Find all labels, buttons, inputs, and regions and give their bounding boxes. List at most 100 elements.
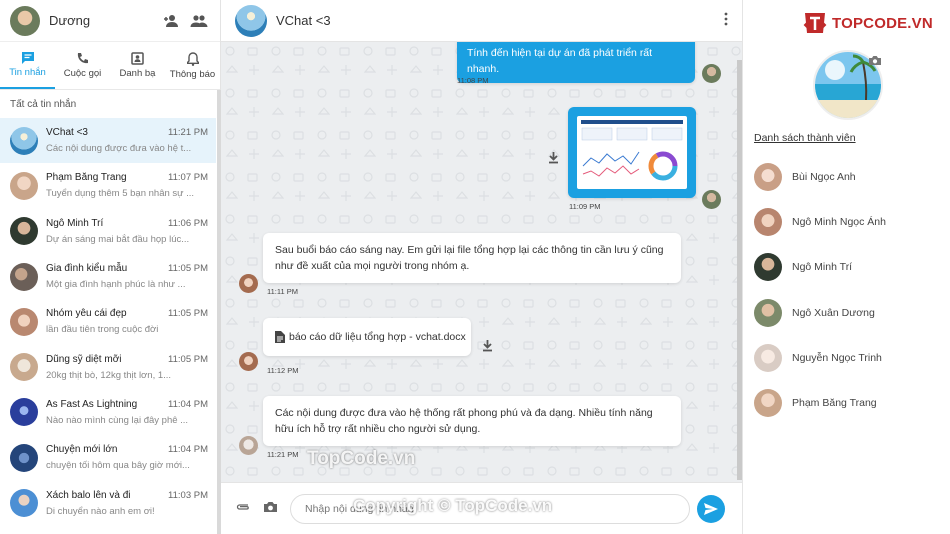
camera-icon[interactable] <box>263 501 278 516</box>
conversation-preview: Nào nào mình cùng lại đây phê ... <box>46 414 189 426</box>
tab-messages[interactable]: Tin nhắn <box>0 42 55 89</box>
conversation-item[interactable]: Gia đình kiểu mẫu 11:05 PM Một gia đình hạ… <box>0 254 216 299</box>
sender-avatar <box>702 190 721 209</box>
received-file-message[interactable]: báo cáo dữ liệu tổng hợp - vchat.docx <box>263 318 471 356</box>
conversation-time: 11:04 PM <box>168 444 208 456</box>
member-avatar <box>754 162 782 191</box>
sidebar-tabs: Tin nhắn Cuộc gọi Danh bạ Thông báo <box>0 42 220 90</box>
conversation-avatar <box>10 307 38 336</box>
member-name: Ngô Xuân Dương <box>792 306 875 319</box>
conversation-preview: Các nội dung được đưa vào hệ t... <box>46 143 192 155</box>
add-group-icon[interactable] <box>188 10 210 32</box>
download-icon[interactable] <box>548 152 559 167</box>
add-contact-icon[interactable] <box>160 10 182 32</box>
attach-icon[interactable] <box>235 502 251 515</box>
member-avatar <box>754 389 782 418</box>
received-message[interactable]: Sau buổi báo cáo sáng nay. Em gửi lại fi… <box>263 233 681 283</box>
more-options-icon[interactable] <box>724 12 728 29</box>
conversation-name: Dũng sỹ diệt mỡi <box>46 353 122 365</box>
tab-calls-label: Cuộc gọi <box>63 68 102 79</box>
conversation-avatar <box>10 171 38 200</box>
user-name: Dương <box>49 13 91 28</box>
download-icon[interactable] <box>482 340 493 355</box>
conversation-name: VChat <3 <box>46 127 88 139</box>
conversation-preview: Một gia đình hạnh phúc là như ... <box>46 279 186 291</box>
send-icon <box>704 502 718 515</box>
conversation-avatar <box>10 353 38 382</box>
change-photo-icon[interactable] <box>868 55 882 69</box>
tab-notifications-label: Thông báo <box>169 68 216 80</box>
sender-avatar <box>239 352 258 371</box>
chat-avatar[interactable] <box>235 4 267 37</box>
conversation-name: As Fast As Lightning <box>46 398 138 410</box>
member-name: Ngô Minh Ngọc Ánh <box>792 215 886 228</box>
conversation-item[interactable]: As Fast As Lightning 11:04 PM Nào nào mình… <box>0 390 216 435</box>
conversation-avatar <box>10 489 38 518</box>
conversation-avatar <box>10 398 38 427</box>
chat-panel: VChat <3 Tính đến hiện tại dự án đã phát… <box>221 0 742 534</box>
member-name: Nguyễn Ngọc Trinh <box>792 351 882 364</box>
tab-contacts[interactable]: Danh bạ <box>110 42 165 89</box>
member-item[interactable]: Ngô Minh Trí <box>754 245 950 290</box>
conversation-item[interactable]: Dũng sỹ diệt mỡi 11:05 PM 20kg thịt bò, 12… <box>0 344 216 389</box>
conversation-time: 11:05 PM <box>168 263 208 275</box>
conversation-preview: 20kg thịt bò, 12kg thịt lơn, 1... <box>46 369 172 381</box>
conversation-item[interactable]: Chuyện mới lớn 11:04 PM chuyện tối hôm qua… <box>0 435 216 480</box>
conversation-item[interactable]: Xách balo lên và đi 11:03 PM Di chuyển nào… <box>0 480 216 525</box>
member-name: Ngô Minh Trí <box>792 261 853 274</box>
conversation-item[interactable]: Phạm Băng Trang 11:07 PM Tuyển dụng thêm 5… <box>0 163 216 208</box>
sender-avatar <box>702 64 721 83</box>
chat-header: VChat <3 <box>221 0 742 42</box>
member-name: Bùi Ngọc Anh <box>792 170 856 183</box>
tab-messages-label: Tin nhắn <box>9 67 46 78</box>
member-list: Bùi Ngọc Anh Ngô Minh Ngọc Ánh Ngô Minh … <box>754 154 950 426</box>
logo-text: TOPCODE.VN <box>832 14 933 32</box>
bell-icon <box>186 51 199 66</box>
conversation-item[interactable]: VChat <3 11:21 PM Các nội dung được đưa và… <box>0 118 216 164</box>
conversation-name: Nhóm yêu cái đẹp <box>46 308 127 320</box>
conversation-item[interactable]: Nhóm yêu cái đẹp 11:05 PM lần đầu tiên tro… <box>0 299 216 344</box>
member-item[interactable]: Ngô Xuân Dương <box>754 290 950 335</box>
conversation-preview: chuyện tối hôm qua bây giờ mới... <box>46 460 190 472</box>
send-button[interactable] <box>697 494 725 523</box>
member-item[interactable]: Nguyễn Ngọc Trinh <box>754 335 950 380</box>
member-item[interactable]: Bùi Ngọc Anh <box>754 154 950 199</box>
user-avatar[interactable] <box>10 5 40 36</box>
conversation-time: 11:05 PM <box>168 308 208 320</box>
conversation-time: 11:07 PM <box>168 172 208 184</box>
conversation-time: 11:06 PM <box>168 217 208 229</box>
message-time: 11:21 PM <box>267 450 299 459</box>
message-time: 11:08 PM <box>457 76 489 85</box>
tab-calls[interactable]: Cuộc gọi <box>55 42 110 89</box>
conversation-item[interactable]: Ngô Minh Trí 11:06 PM Dự án sáng mai bắt đ… <box>0 209 216 254</box>
conversation-name: Phạm Băng Trang <box>46 172 127 184</box>
chat-icon <box>21 52 34 64</box>
conversation-name: Gia đình kiểu mẫu <box>46 263 128 275</box>
group-info-panel: TOPCODE.VN Danh sách thành viên Bùi Ngọc… <box>742 0 950 534</box>
member-item[interactable]: Ngô Minh Ngọc Ánh <box>754 199 950 244</box>
member-avatar <box>754 298 782 327</box>
received-message[interactable]: Các nội dung được đưa vào hệ thống rất p… <box>263 396 681 446</box>
message-text: Các nội dung được đưa vào hệ thống rất p… <box>275 407 653 435</box>
sent-image-message[interactable] <box>568 107 696 198</box>
tab-notifications[interactable]: Thông báo <box>165 42 220 89</box>
conversation-avatar <box>10 443 38 472</box>
conversation-preview: Di chuyển nào anh em ơi! <box>46 505 155 517</box>
logo-icon <box>803 13 827 33</box>
member-avatar <box>754 253 782 282</box>
member-item[interactable]: Phạm Băng Trang <box>754 380 950 425</box>
sent-message[interactable]: Tính đến hiện tại dự án đã phát triển rấ… <box>457 42 695 83</box>
report-image <box>577 116 687 189</box>
sidebar-header: Dương <box>0 0 220 42</box>
message-time: 11:12 PM <box>267 366 299 375</box>
conversation-name: Xách balo lên và đi <box>46 489 131 501</box>
file-name: báo cáo dữ liệu tổng hợp - vchat.docx <box>289 331 466 343</box>
phone-icon <box>77 53 88 64</box>
conversation-preview: lần đầu tiên trong cuộc đời <box>46 324 159 336</box>
member-name: Phạm Băng Trang <box>792 397 877 410</box>
member-avatar <box>754 343 782 372</box>
message-area: Tính đến hiện tại dự án đã phát triển rấ… <box>221 42 742 482</box>
section-title: Tất cả tin nhắn <box>10 98 77 110</box>
conversation-time: 11:04 PM <box>168 398 208 410</box>
members-title[interactable]: Danh sách thành viên <box>754 132 856 144</box>
